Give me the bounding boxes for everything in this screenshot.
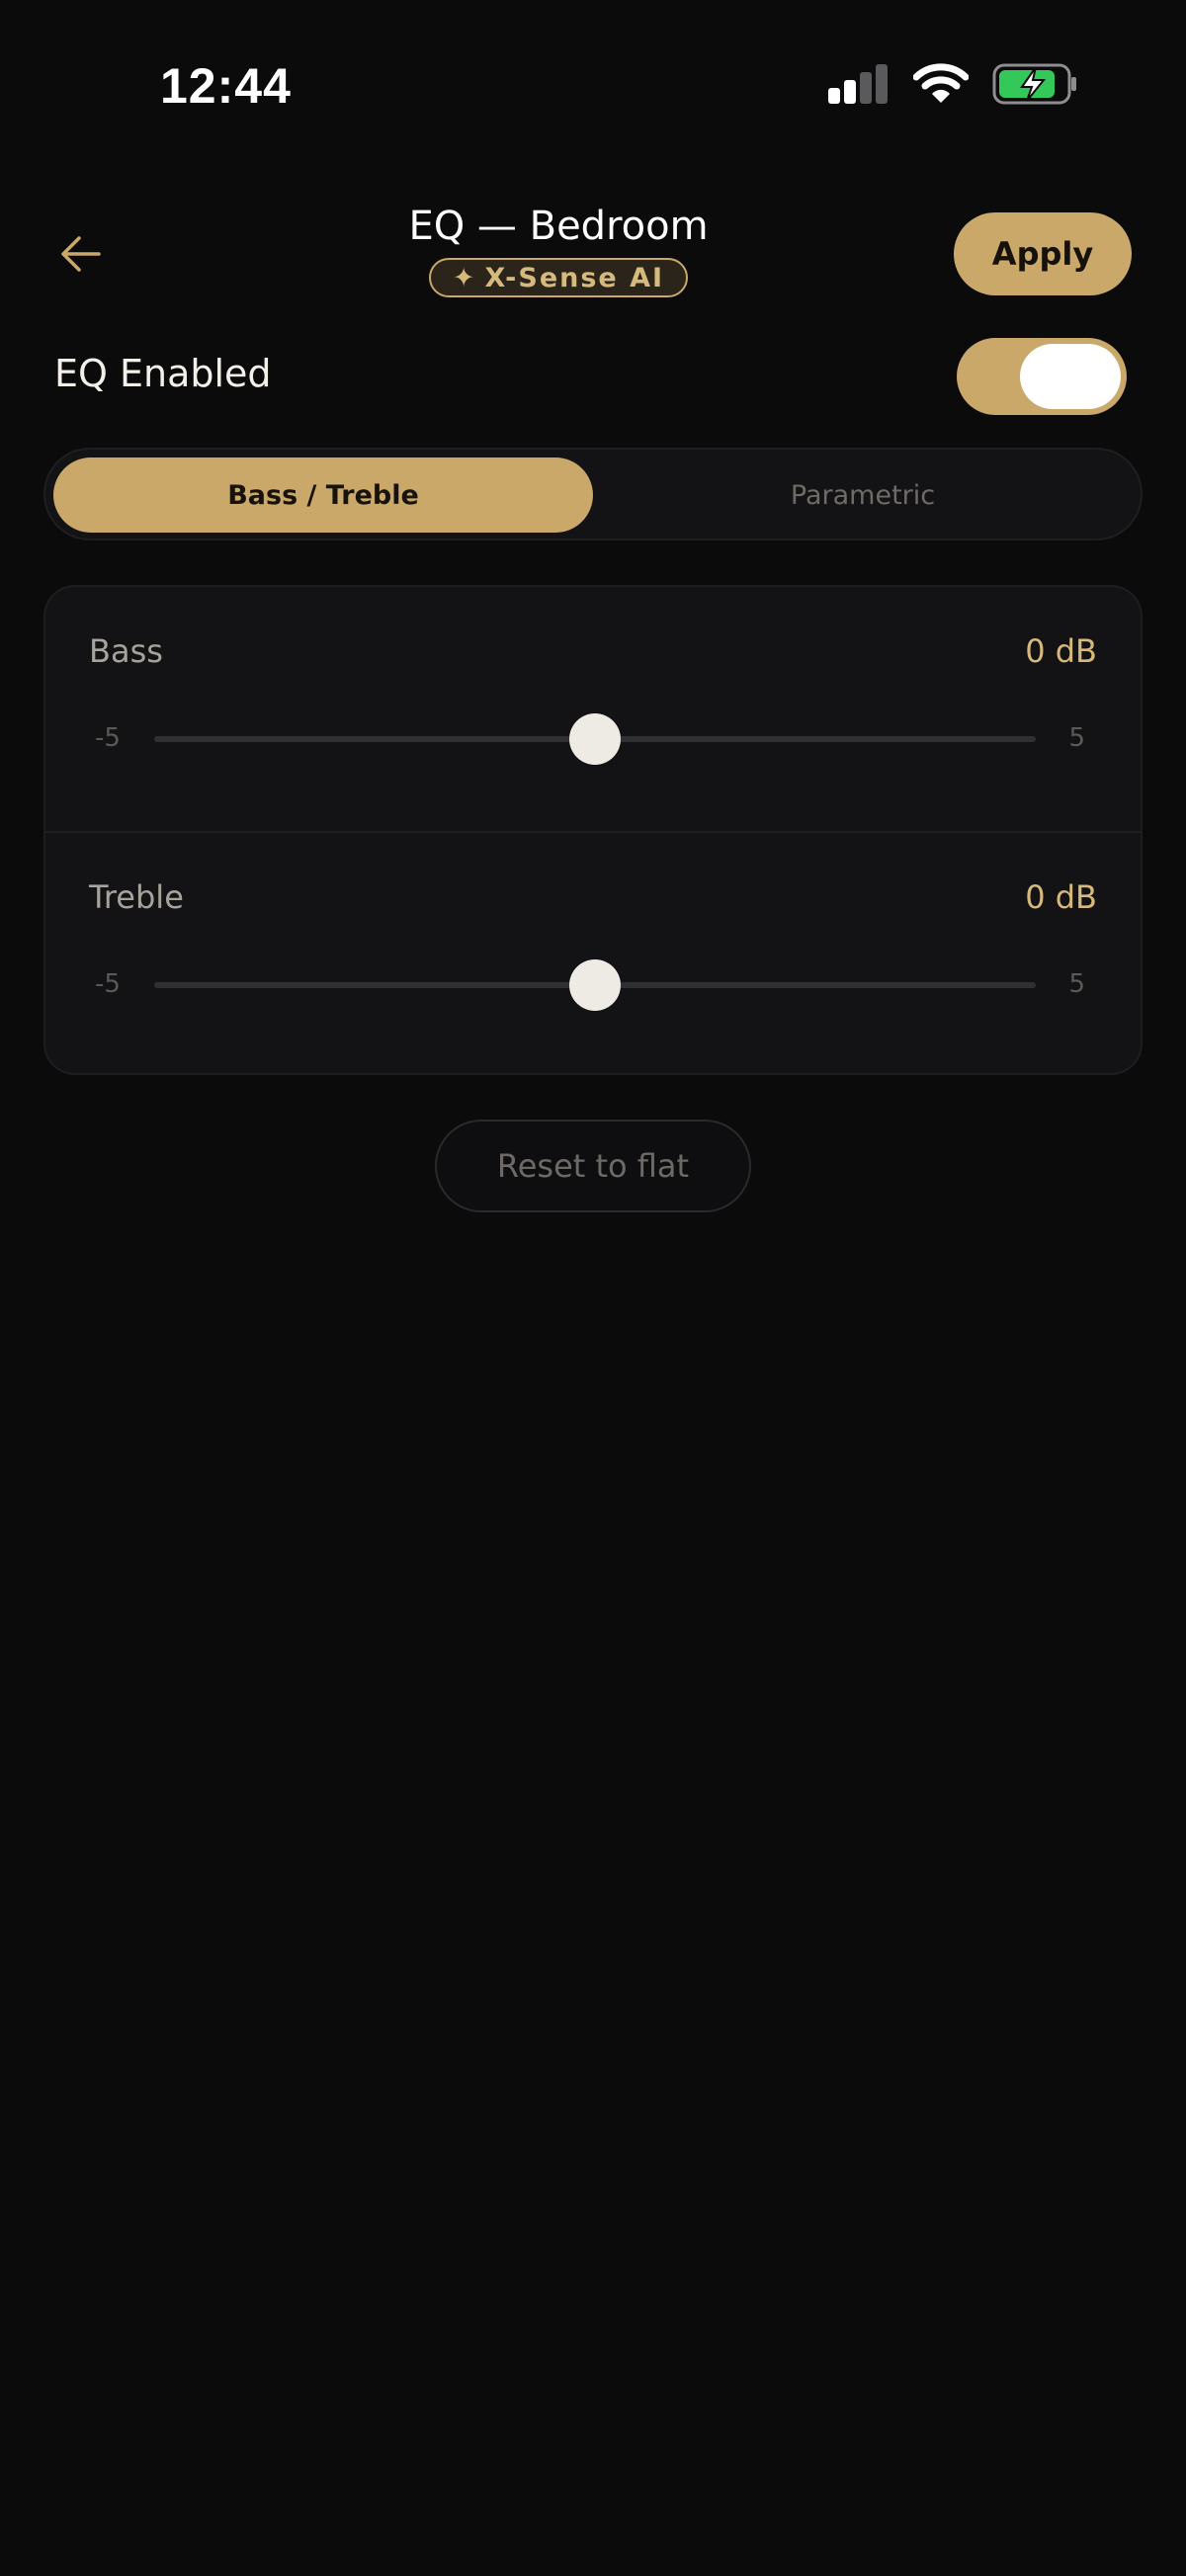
ai-badge: ✦ X-Sense AI [428,258,689,297]
bass-value: 0 dB [1025,632,1097,670]
tab-bass-treble[interactable]: Bass / Treble [53,457,593,533]
status-time: 12:44 [160,58,292,114]
battery-charging-icon [992,63,1076,105]
bass-min-label: -5 [95,723,121,753]
bass-max-label: 5 [1068,723,1085,753]
status-bar: 12:44 [0,0,1186,148]
treble-min-label: -5 [95,969,121,999]
treble-label: Treble [89,878,184,916]
wifi-icon [913,63,969,103]
header: EQ — Bedroom ✦ X-Sense AI Apply [0,193,1186,321]
reset-to-flat-button[interactable]: Reset to flat [435,1120,751,1212]
apply-button[interactable]: Apply [954,212,1132,295]
bass-slider-thumb[interactable] [569,713,621,765]
toggle-knob [1020,344,1121,409]
eq-mode-segmented-control: Bass / Treble Parametric [43,448,1143,540]
treble-slider-section: Treble 0 dB -5 5 [45,831,1141,1073]
title-group: EQ — Bedroom ✦ X-Sense AI [296,203,820,297]
eq-enabled-label: EQ Enabled [54,352,272,395]
eq-enabled-toggle[interactable] [957,338,1127,415]
treble-value: 0 dB [1025,878,1097,916]
tab-parametric[interactable]: Parametric [593,457,1133,533]
arrow-left-icon [61,236,101,272]
sliders-card: Bass 0 dB -5 5 Treble 0 dB -5 5 [43,585,1143,1075]
status-icons [828,63,1077,105]
treble-slider-track[interactable] [154,959,1036,1011]
ai-badge-label: X-Sense AI [484,262,665,293]
page-title: EQ — Bedroom [408,204,709,249]
treble-max-label: 5 [1068,969,1085,999]
signal-icon [828,64,888,104]
bass-slider-track[interactable] [154,713,1036,765]
treble-slider-thumb[interactable] [569,959,621,1011]
back-button[interactable] [49,222,113,286]
bass-slider-section: Bass 0 dB -5 5 [45,587,1141,831]
bass-label: Bass [89,632,163,670]
sparkle-icon: ✦ [452,262,477,293]
eq-enabled-row: EQ Enabled [0,336,1186,415]
